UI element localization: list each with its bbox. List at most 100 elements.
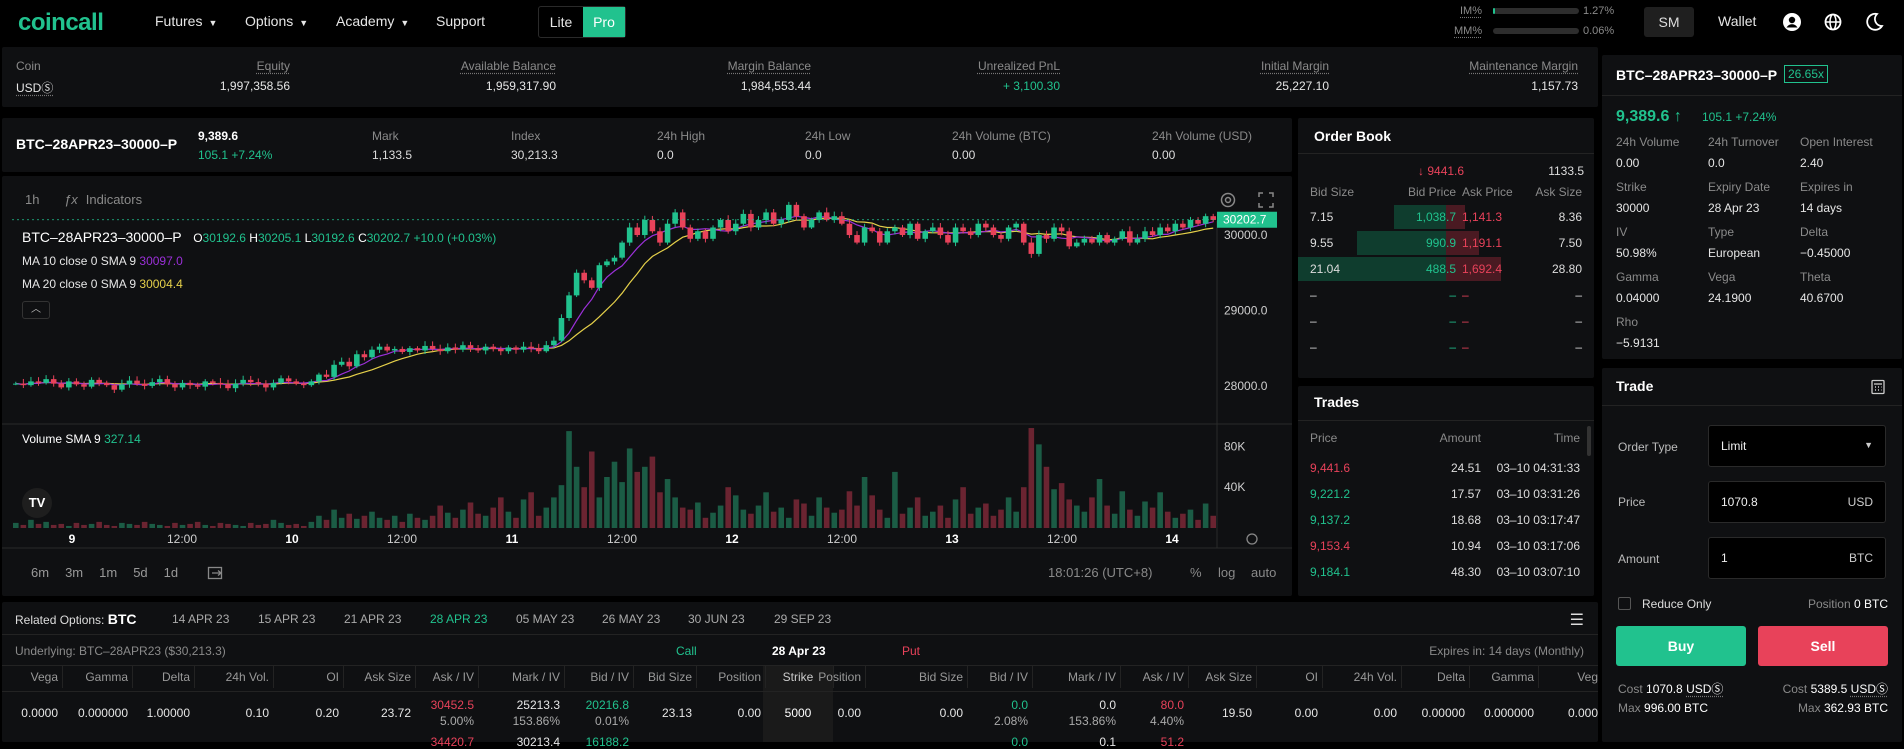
expiry-tab[interactable]: 30 JUN 23	[688, 612, 745, 626]
expiry-tab[interactable]: 28 APR 23	[430, 612, 487, 626]
volume-bar	[346, 513, 353, 528]
instrument-info: BTC–28APR23–30000–P 26.65x 9,389.6 ↑ 105…	[1602, 55, 1902, 359]
candle	[588, 280, 595, 288]
candle	[66, 381, 72, 388]
volume-bar	[35, 523, 42, 528]
nav-academy[interactable]: Academy ▼	[336, 13, 409, 29]
expiry-tab[interactable]: 21 APR 23	[344, 612, 401, 626]
candle	[240, 379, 246, 384]
nav-support[interactable]: Support	[436, 13, 485, 29]
candle	[346, 361, 353, 367]
candle	[922, 231, 929, 239]
leverage-badge[interactable]: 26.65x	[1784, 65, 1829, 83]
im-value: 1.27%	[1583, 5, 1615, 17]
coin-value[interactable]: USDⓈ	[16, 79, 53, 96]
candle	[1066, 231, 1073, 247]
order-book-row[interactable]: – – – –	[1298, 308, 1594, 334]
range-1m[interactable]: 1m	[99, 565, 117, 580]
volume-bar	[66, 525, 72, 528]
coin-col: Coin USDⓈ	[16, 59, 53, 96]
range-1d[interactable]: 1d	[164, 565, 178, 580]
last-price-tag-label: 30202.7	[1223, 213, 1267, 227]
volume-bar	[141, 521, 148, 528]
volume-bar	[930, 511, 936, 528]
candle	[1089, 238, 1095, 243]
equity-value: 1,997,358.56	[219, 79, 290, 93]
user-icon[interactable]	[1782, 12, 1802, 32]
column-divider	[1469, 666, 1470, 688]
percent-toggle[interactable]: %	[1190, 565, 1202, 580]
volume-bar	[914, 497, 921, 528]
price-input[interactable]: 1070.8 USD	[1708, 481, 1886, 523]
menu-icon[interactable]: ☰	[1570, 610, 1584, 630]
tradingview-logo[interactable]: TV	[22, 488, 52, 518]
candlestick-chart[interactable]: 30000.0 29000.0 28000.0 80K 40K 30202.7 9 12:00…	[2, 176, 1292, 596]
chain-iv-cell: 0.01%	[594, 714, 629, 728]
ticker-change: 105.1 +7.24%	[198, 148, 273, 162]
auto-toggle[interactable]: auto	[1251, 565, 1276, 580]
ticker-symbol[interactable]: BTC–28APR23–30000–P	[16, 136, 177, 152]
amount-value: 1	[1721, 551, 1728, 565]
candle	[786, 204, 792, 220]
volume-bar	[232, 524, 239, 528]
globe-icon[interactable]	[1824, 13, 1842, 31]
moon-icon[interactable]	[1864, 12, 1884, 32]
volume-bar	[596, 497, 603, 528]
amount-input[interactable]: 1 BTC	[1708, 537, 1886, 579]
candle	[649, 219, 656, 232]
nav-futures[interactable]: Futures ▼	[155, 13, 217, 29]
order-book-row[interactable]: 9.55 990.9 1,191.1 7.50	[1298, 230, 1594, 256]
log-toggle[interactable]: log	[1218, 565, 1235, 580]
candle	[210, 381, 216, 383]
related-asset[interactable]: BTC	[108, 611, 137, 627]
order-book-row[interactable]: 21.04 488.5 1,692.4 28.80	[1298, 256, 1594, 282]
candle	[50, 379, 57, 384]
price-header: Price	[1310, 431, 1338, 445]
strike-cell[interactable]: 5000	[763, 706, 833, 720]
volume-bar	[702, 517, 709, 528]
lite-button[interactable]: Lite	[539, 7, 583, 37]
expiry-tab[interactable]: 05 MAY 23	[516, 612, 574, 626]
info-label: Theta	[1800, 270, 1831, 284]
volume-tick-label: 40K	[1224, 480, 1245, 494]
reduce-only-checkbox[interactable]	[1618, 597, 1631, 610]
order-book-row[interactable]: – – – –	[1298, 334, 1594, 360]
order-type-select[interactable]: Limit ▼	[1708, 425, 1886, 467]
wallet-link[interactable]: Wallet	[1718, 13, 1756, 29]
scrollbar[interactable]	[1587, 426, 1591, 456]
order-book-row[interactable]: 7.15 1,038.7 1,141.3 8.36	[1298, 204, 1594, 230]
sell-button[interactable]: Sell	[1758, 626, 1888, 666]
bid-price: 1,038.7	[1415, 210, 1456, 224]
candle	[308, 381, 315, 386]
range-3m[interactable]: 3m	[65, 565, 83, 580]
chain-cell: 0.0	[1099, 698, 1116, 712]
range-6m[interactable]: 6m	[31, 565, 49, 580]
logo[interactable]: coincall	[18, 9, 104, 37]
volume-bar	[952, 499, 959, 528]
nav-options[interactable]: Options ▼	[245, 13, 308, 29]
calendar-goto-icon[interactable]	[207, 565, 225, 581]
volume-bar	[884, 517, 891, 528]
candle	[967, 231, 974, 236]
expiry-tab[interactable]: 29 SEP 23	[774, 612, 831, 626]
x-tick-label: 12	[725, 532, 739, 546]
buy-button[interactable]: Buy	[1616, 626, 1746, 666]
expiry-tab[interactable]: 15 APR 23	[258, 612, 315, 626]
order-book-row[interactable]: – – – –	[1298, 282, 1594, 308]
chain-cell: 0.0	[1011, 735, 1028, 749]
calculator-icon[interactable]	[1870, 379, 1886, 395]
column-divider	[1256, 666, 1257, 688]
candle	[20, 383, 27, 386]
volume-bar	[770, 511, 777, 528]
expiry-tab[interactable]: 14 APR 23	[172, 612, 229, 626]
range-5d[interactable]: 5d	[133, 565, 147, 580]
volume-bar	[1134, 515, 1141, 528]
info-value: European	[1708, 246, 1761, 260]
candle	[558, 318, 565, 341]
chain-header-cell: Delta	[1436, 670, 1465, 684]
sm-button[interactable]: SM	[1644, 7, 1694, 37]
info-value: 30000	[1616, 201, 1650, 215]
volume-bar	[975, 507, 982, 528]
pro-button[interactable]: Pro	[583, 7, 625, 37]
expiry-tab[interactable]: 26 MAY 23	[602, 612, 660, 626]
